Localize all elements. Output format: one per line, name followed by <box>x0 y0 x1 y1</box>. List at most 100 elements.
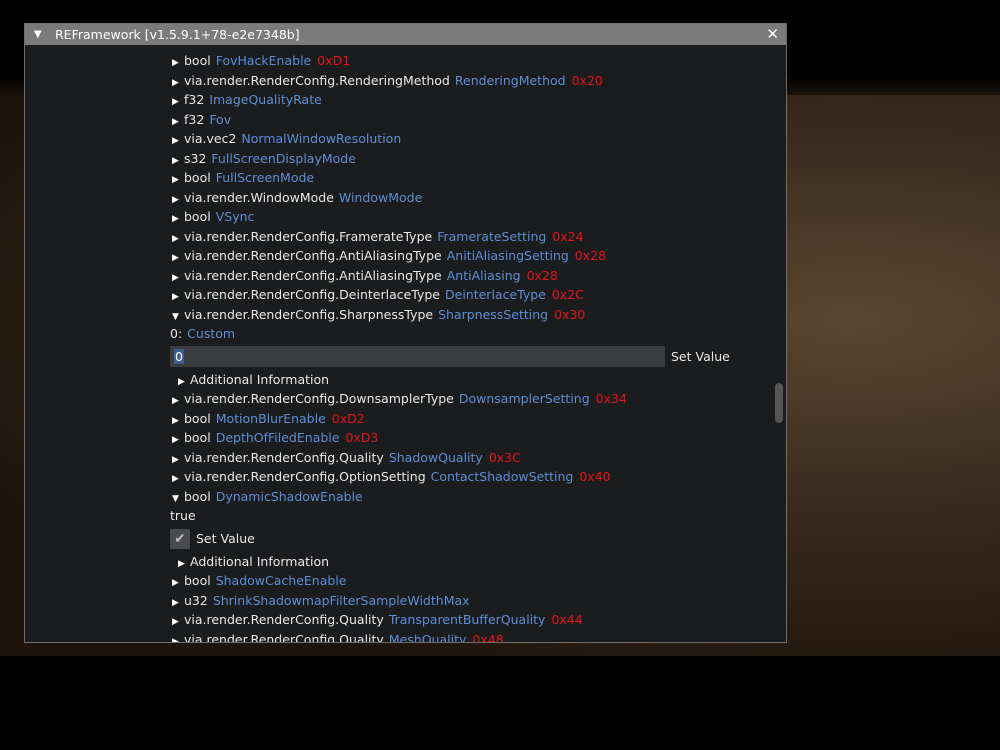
tree-node[interactable]: ▶ via.render.RenderConfig.DownsamplerType… <box>25 389 772 409</box>
tree-node[interactable]: ▶ via.render.RenderConfig.DeinterlaceType… <box>25 285 772 305</box>
tree-node[interactable]: ▶ bool DepthOfFiledEnable 0xD3 <box>25 428 772 448</box>
tree-node[interactable]: ▶ via.render.RenderConfig.AntiAliasingTyp… <box>25 246 772 266</box>
value-input[interactable]: 0 <box>170 346 665 367</box>
field-name: DynamicShadowEnable <box>215 488 363 504</box>
set-value-label: Set Value <box>196 531 255 546</box>
field-offset: 0x2C <box>551 287 584 302</box>
scroll-content: ▶ bool FovHackEnable 0xD1 ▶ via.render.Render… <box>25 45 786 642</box>
tree-node[interactable]: ▶ via.render.RenderConfig.RenderingMethod… <box>25 71 772 91</box>
scrollbar[interactable] <box>774 45 784 642</box>
scrollbar-thumb[interactable] <box>775 383 783 423</box>
field-type: via.render.RenderConfig.OptionSetting <box>184 469 426 484</box>
tree-node[interactable]: ▶ s32 FullScreenDisplayMode <box>25 149 772 169</box>
field-offset: 0xD2 <box>331 410 365 426</box>
tree-node[interactable]: ▶ u32 ShrinkShadowmapFilterSampleWidthMax <box>25 591 772 611</box>
title-bar[interactable]: ▼ REFramework [v1.5.9.1+78-e2e7348b] ✕ <box>25 24 786 45</box>
field-offset: 0xD3 <box>345 430 379 445</box>
field-type: via.render.RenderConfig.RenderingMethod <box>184 72 450 88</box>
set-value-checkbox[interactable]: ✔ <box>170 528 190 549</box>
set-value-label: Set Value <box>671 349 730 364</box>
value-input-row: 0 Set Value <box>25 344 772 370</box>
field-name: ShrinkShadowmapFilterSampleWidthMax <box>212 592 470 608</box>
checkbox-row: ✔ Set Value <box>25 526 772 552</box>
bool-value: true <box>170 508 196 523</box>
enum-value: 0: Custom <box>25 324 772 344</box>
enum-name: Custom <box>187 326 236 341</box>
field-name: FovHackEnable <box>215 53 312 68</box>
field-name: DepthOfFiledEnable <box>215 430 340 445</box>
enum-index: 0: <box>170 326 183 341</box>
field-type: via.render.RenderConfig.AntiAliasingType <box>184 267 442 283</box>
field-type: f32 <box>184 92 205 107</box>
field-name: RenderingMethod <box>454 72 566 88</box>
tree-node[interactable]: ▶ bool FovHackEnable 0xD1 <box>25 51 772 71</box>
collapse-icon[interactable]: ▼ <box>34 24 42 45</box>
field-name: Fov <box>209 111 232 127</box>
field-name: ShadowCacheEnable <box>215 573 347 588</box>
tree-node[interactable]: ▶ bool ShadowCacheEnable <box>25 571 772 591</box>
tree-node[interactable]: ▶ bool VSync <box>25 207 772 227</box>
tree-node[interactable]: ▶ bool MotionBlurEnable 0xD2 <box>25 409 772 429</box>
field-type: via.render.RenderConfig.Quality <box>184 612 384 627</box>
tree-node[interactable]: ▶ via.render.RenderConfig.Quality ShadowQu… <box>25 448 772 468</box>
tree-node[interactable]: ▶ f32 Fov <box>25 110 772 130</box>
field-name: ShadowQuality <box>388 449 483 465</box>
field-type: u32 <box>184 592 208 608</box>
field-type: s32 <box>184 150 207 166</box>
tree-node[interactable]: ▶ via.render.RenderConfig.OptionSetting Co… <box>25 467 772 487</box>
field-offset: 0x28 <box>574 248 607 263</box>
field-type: via.render.RenderConfig.FramerateType <box>184 228 433 244</box>
field-name: ImageQualityRate <box>209 92 322 107</box>
field-type: via.render.RenderConfig.AntiAliasingType <box>184 248 442 263</box>
field-offset: 0x48 <box>472 631 504 643</box>
field-name: NormalWindowResolution <box>241 131 402 146</box>
additional-info-node[interactable]: ▶ Additional Information <box>25 370 772 390</box>
tree-node[interactable]: ▶ via.render.RenderConfig.AntiAliasingTyp… <box>25 266 772 286</box>
field-name: MeshQuality <box>388 631 467 643</box>
field-type: via.render.RenderConfig.Quality <box>184 449 384 465</box>
window-title: REFramework [v1.5.9.1+78-e2e7348b] <box>55 27 300 42</box>
tree-node[interactable]: ▶ via.render.RenderConfig.Quality Transpar… <box>25 610 772 630</box>
field-name: VSync <box>215 209 255 224</box>
field-name: ContactShadowSetting <box>430 469 574 484</box>
field-offset: 0x3C <box>488 449 521 465</box>
value-input-text[interactable]: 0 <box>174 349 184 364</box>
field-type: via.render.RenderConfig.Quality <box>184 631 384 643</box>
check-icon: ✔ <box>174 530 186 547</box>
field-name: AntiAliasing <box>446 267 521 283</box>
tree-node-sharpness[interactable]: ▼ via.render.RenderConfig.SharpnessType Sh… <box>25 305 772 325</box>
field-offset: 0xD1 <box>317 53 351 68</box>
tree-node[interactable]: ▶ f32 ImageQualityRate <box>25 90 772 110</box>
field-name: MotionBlurEnable <box>215 410 326 426</box>
field-name: DeinterlaceType <box>445 287 546 302</box>
field-type: via.render.RenderConfig.SharpnessType <box>184 306 434 322</box>
field-type: bool <box>184 430 211 445</box>
field-list: ▶ bool FovHackEnable 0xD1 ▶ via.render.Render… <box>25 51 772 642</box>
reframework-window: ▼ REFramework [v1.5.9.1+78-e2e7348b] ✕ ▶… <box>24 23 787 643</box>
tree-node[interactable]: ▶ via.render.RenderConfig.FramerateType Fr… <box>25 227 772 247</box>
tree-node[interactable]: ▶ via.render.RenderConfig.Quality MeshQual… <box>25 630 772 643</box>
additional-info-node[interactable]: ▶ Additional Information <box>25 552 772 572</box>
field-type: bool <box>184 170 211 185</box>
field-name: SharpnessSetting <box>438 306 549 322</box>
field-type: via.render.WindowMode <box>184 189 334 205</box>
field-offset: 0x34 <box>595 391 627 406</box>
close-icon[interactable]: ✕ <box>766 24 779 45</box>
field-name: AnitiAliasingSetting <box>446 248 569 263</box>
field-name: DownsamplerSetting <box>458 391 590 406</box>
field-offset: 0x20 <box>571 72 603 88</box>
field-type: via.render.RenderConfig.DeinterlaceType <box>184 287 440 302</box>
tree-node[interactable]: ▶ via.render.WindowMode WindowMode <box>25 188 772 208</box>
field-offset: 0x28 <box>526 267 558 283</box>
field-type: bool <box>184 209 211 224</box>
tree-node[interactable]: ▶ bool FullScreenMode <box>25 168 772 188</box>
field-name: TransparentBufferQuality <box>388 612 546 627</box>
tree-node-dynamic-shadow[interactable]: ▼ bool DynamicShadowEnable <box>25 487 772 507</box>
field-type: bool <box>184 410 211 426</box>
field-type: f32 <box>184 111 205 127</box>
tree-node[interactable]: ▶ via.vec2 NormalWindowResolution <box>25 129 772 149</box>
field-name: FramerateSetting <box>437 228 547 244</box>
additional-info-label: Additional Information <box>190 553 330 569</box>
additional-info-label: Additional Information <box>190 371 330 387</box>
field-offset: 0x44 <box>551 612 583 627</box>
